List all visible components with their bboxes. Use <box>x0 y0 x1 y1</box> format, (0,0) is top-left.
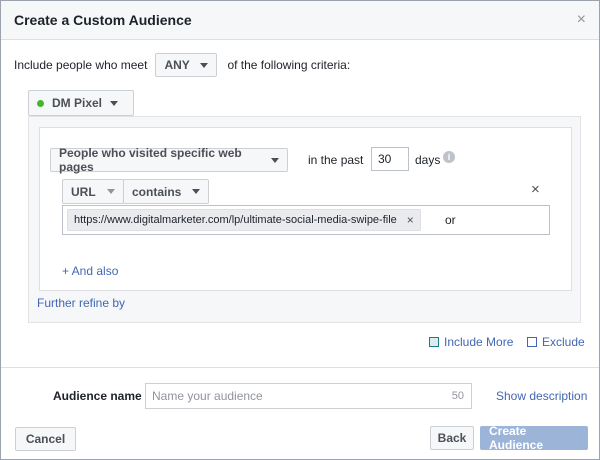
url-token: https://www.digitalmarketer.com/lp/ultim… <box>67 209 421 231</box>
create-audience-button[interactable]: Create Audience <box>480 424 588 452</box>
match-any-value: ANY <box>164 58 190 72</box>
pixel-dropdown[interactable]: DM Pixel <box>28 90 134 116</box>
include-icon <box>429 337 439 347</box>
and-also-link[interactable]: + And also <box>62 264 118 278</box>
info-icon[interactable]: i <box>443 151 455 163</box>
further-refine-link[interactable]: Further refine by <box>37 296 125 310</box>
url-entry-field[interactable] <box>442 208 545 232</box>
audience-name-label: Audience name <box>53 389 142 403</box>
exclude-link[interactable]: Exclude <box>527 335 585 349</box>
operator-value: contains <box>132 184 182 199</box>
chevron-down-icon <box>271 157 279 163</box>
pixel-status-icon <box>37 99 44 107</box>
traffic-type-value: People who visited specific web pages <box>59 146 242 174</box>
dialog-header: Create a Custom Audience × <box>1 1 599 40</box>
footer-divider <box>1 367 599 368</box>
pixel-name: DM Pixel <box>52 96 103 110</box>
url-token-text: https://www.digitalmarketer.com/lp/ultim… <box>74 214 397 226</box>
url-field-value: URL <box>71 184 96 199</box>
traffic-type-dropdown[interactable]: People who visited specific web pages <box>50 146 288 174</box>
chevron-down-icon <box>107 189 115 194</box>
criteria-prefix: Include people who meet <box>14 58 148 72</box>
include-more-label: Include More <box>444 335 514 349</box>
show-description-link[interactable]: Show description <box>496 389 587 403</box>
chevron-down-icon <box>192 189 200 194</box>
url-field-dropdown[interactable]: URL <box>62 179 124 204</box>
chevron-down-icon <box>110 100 119 106</box>
url-token-input[interactable]: https://www.digitalmarketer.com/lp/ultim… <box>62 205 550 235</box>
back-button[interactable]: Back <box>430 426 474 450</box>
remove-token-icon[interactable]: × <box>407 213 414 227</box>
dialog-title: Create a Custom Audience <box>14 12 192 28</box>
in-the-past-label: in the past <box>308 153 364 167</box>
criteria-row: Include people who meet ANY of the follo… <box>14 53 350 77</box>
cancel-button[interactable]: Cancel <box>15 427 76 451</box>
days-label: days <box>415 153 441 167</box>
audience-name-field: 50 <box>145 383 472 409</box>
match-any-dropdown[interactable]: ANY <box>155 53 218 77</box>
char-count: 50 <box>451 390 464 402</box>
days-input[interactable] <box>371 147 409 171</box>
remove-rule-icon[interactable]: × <box>531 181 540 198</box>
exclude-icon <box>527 337 537 347</box>
rule-box: People who visited specific web pages in… <box>39 127 572 291</box>
chevron-down-icon <box>200 62 209 68</box>
rule-section: People who visited specific web pages in… <box>28 116 581 323</box>
operator-dropdown[interactable]: contains <box>123 179 209 204</box>
include-more-link[interactable]: Include More <box>429 335 513 349</box>
audience-name-input[interactable] <box>146 384 442 408</box>
close-icon[interactable]: × <box>577 11 586 29</box>
exclude-label: Exclude <box>542 335 585 349</box>
create-custom-audience-dialog: Create a Custom Audience × Include peopl… <box>0 0 600 460</box>
criteria-suffix: of the following criteria: <box>227 58 351 72</box>
